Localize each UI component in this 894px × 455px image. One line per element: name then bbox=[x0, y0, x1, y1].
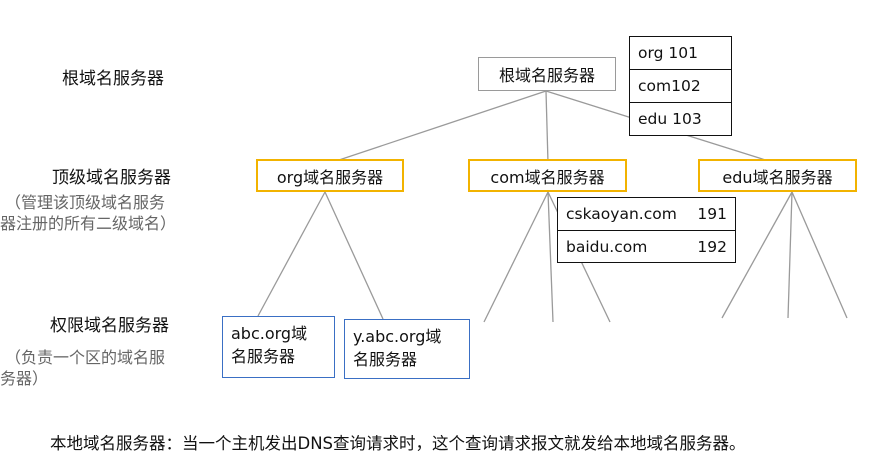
dns-hierarchy-diagram: 根域名服务器 顶级域名服务器 （管理该顶级域名服务 器注册的所有二级域名） 权限… bbox=[0, 0, 894, 455]
line-com-left bbox=[483, 191, 549, 323]
line-root-com bbox=[545, 90, 549, 164]
line-org-yabc bbox=[324, 191, 384, 320]
sld-table-row: cskaoyan.com 191 bbox=[558, 198, 735, 231]
level-note-tld-2: 器注册的所有二级域名） bbox=[0, 214, 177, 233]
sld-table: cskaoyan.com 191 baidu.com 192 bbox=[557, 197, 736, 263]
y-abc-org-line1: y.abc.org域 bbox=[353, 327, 442, 346]
line-edu-right bbox=[791, 191, 848, 319]
line-root-org bbox=[329, 90, 547, 164]
edu-server-node: edu域名服务器 bbox=[698, 159, 857, 192]
level-note-auth-1: （负责一个区的域名服 bbox=[5, 348, 166, 367]
level-label-tld: 顶级域名服务器 bbox=[52, 168, 171, 188]
sld-value: 192 bbox=[697, 237, 727, 256]
com-server-node: com域名服务器 bbox=[468, 159, 627, 192]
root-table-row: edu 103 bbox=[638, 109, 702, 128]
line-edu-mid bbox=[787, 191, 793, 319]
line-org-abc bbox=[257, 191, 326, 317]
abc-org-server-node: abc.org域 名服务器 bbox=[222, 316, 335, 378]
abc-org-line2: 名服务器 bbox=[231, 347, 296, 366]
y-abc-org-server-node: y.abc.org域 名服务器 bbox=[344, 319, 470, 379]
root-table-row: org 101 bbox=[630, 37, 731, 70]
line-com-mid bbox=[547, 191, 554, 323]
sld-domain: baidu.com bbox=[566, 237, 648, 256]
org-server-node: org域名服务器 bbox=[256, 159, 404, 192]
y-abc-org-line2: 名服务器 bbox=[353, 350, 418, 369]
root-server-node: 根域名服务器 bbox=[478, 57, 616, 91]
level-label-auth: 权限域名服务器 bbox=[50, 316, 169, 336]
sld-table-row: baidu.com 192 bbox=[558, 231, 735, 262]
level-note-auth-2: 务器） bbox=[0, 369, 49, 388]
level-label-root: 根域名服务器 bbox=[62, 69, 164, 89]
level-note-tld-1: （管理该顶级域名服务 bbox=[5, 193, 166, 212]
local-dns-description: 本地域名服务器：当一个主机发出DNS查询请求时，这个查询请求报文就发给本地域名服… bbox=[50, 434, 746, 453]
root-table: org 101 com102 edu 103 bbox=[629, 36, 732, 136]
root-table-row: com102 bbox=[630, 70, 731, 103]
abc-org-line1: abc.org域 bbox=[231, 324, 308, 343]
sld-domain: cskaoyan.com bbox=[566, 205, 677, 223]
sld-value: 191 bbox=[697, 205, 727, 223]
